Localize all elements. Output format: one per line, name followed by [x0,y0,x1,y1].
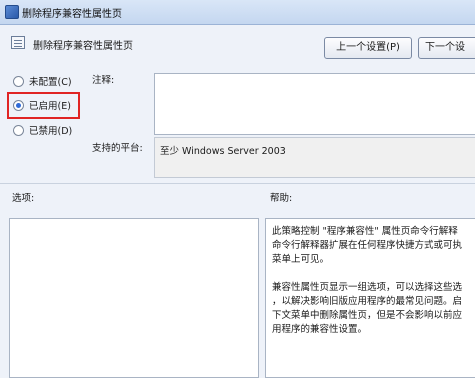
radio-label: 未配置(C) [29,77,72,88]
options-panel[interactable] [9,218,259,378]
help-text-line: 兼容性属性页显示一组选项，可以选择这些选 [272,282,463,293]
policy-setting-icon [11,36,25,49]
comment-label: 注释: [92,75,115,86]
title-bar[interactable]: 删除程序兼容性属性页 [0,0,475,25]
comment-textarea[interactable] [154,73,475,135]
radio-label: 已禁用(D) [29,126,73,137]
help-text-line: 菜单上可见。 [272,254,330,265]
policy-name: 删除程序兼容性属性页 [33,41,133,52]
help-panel[interactable]: 此策略控制 "程序兼容性" 属性页命令行解释 命令行解释器扩展在任何程序快捷方式… [265,218,475,378]
radio-disabled[interactable]: 已禁用(D) [13,123,72,137]
options-label: 选项: [12,193,35,204]
help-text-line: 此策略控制 "程序兼容性" 属性页命令行解释 [272,226,458,237]
radio-button[interactable] [13,124,24,136]
help-text-line: ，以解决影响旧版应用程序的最常见问题。启 [272,296,463,307]
supported-platform-label: 支持的平台: [92,143,143,154]
radio-not-configured[interactable]: 未配置(C) [13,74,72,88]
highlight-box [7,92,80,119]
window-title: 删除程序兼容性属性页 [22,9,122,20]
help-text-line: 下文菜单中删除属性页，但是不会影响以前应 [272,310,463,321]
policy-editor-icon [5,5,19,19]
divider [0,183,475,184]
help-text-line: 命令行解释器扩展在任何程序快捷方式或可执 [272,240,463,251]
supported-platform-field: 至少 Windows Server 2003 [154,137,475,178]
help-text-line: 用程序的兼容性设置。 [272,324,368,335]
supported-platform-value: 至少 Windows Server 2003 [160,146,286,157]
previous-setting-button[interactable]: 上一个设置(P) [324,37,412,59]
next-setting-button[interactable]: 下一个设 [418,37,475,59]
help-label: 帮助: [270,193,293,204]
radio-button[interactable] [13,75,24,87]
